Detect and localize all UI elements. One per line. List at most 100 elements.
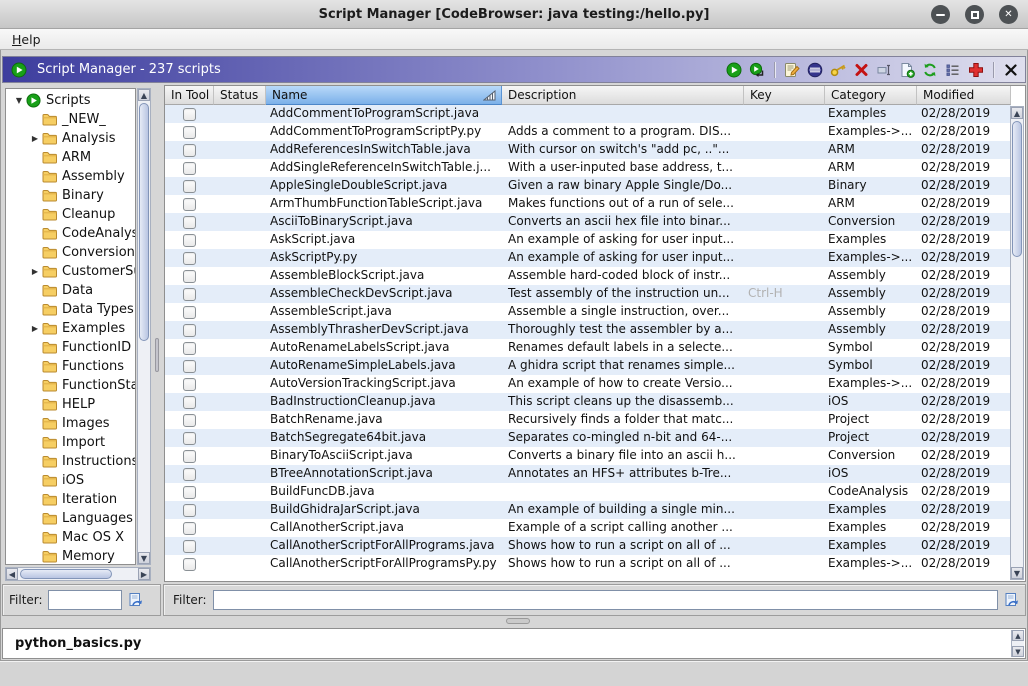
in-tool-checkbox[interactable] xyxy=(183,144,196,157)
scroll-left-icon[interactable]: ◀ xyxy=(6,568,18,580)
table-row[interactable]: CallAnotherScriptForAllPrograms.javaShow… xyxy=(165,537,1011,555)
tree-item-binary[interactable]: Binary xyxy=(6,186,135,205)
tree-item-assembly[interactable]: Assembly xyxy=(6,167,135,186)
tree-item-functionsta[interactable]: FunctionSta xyxy=(6,376,135,395)
table-row[interactable]: BatchRename.javaRecursively finds a fold… xyxy=(165,411,1011,429)
tree-item-mac-os-x[interactable]: Mac OS X xyxy=(6,528,135,547)
tree-item-ios[interactable]: iOS xyxy=(6,471,135,490)
in-tool-checkbox[interactable] xyxy=(183,162,196,175)
table-row[interactable]: BuildGhidraJarScript.javaAn example of b… xyxy=(165,501,1011,519)
tree-item-arm[interactable]: ARM xyxy=(6,148,135,167)
tree-item-data-types[interactable]: Data Types xyxy=(6,300,135,319)
in-tool-checkbox[interactable] xyxy=(183,108,196,121)
tree-item-analysis[interactable]: ▶Analysis xyxy=(6,129,135,148)
menu-help[interactable]: Help xyxy=(12,32,41,47)
in-tool-checkbox[interactable] xyxy=(183,252,196,265)
in-tool-checkbox[interactable] xyxy=(183,324,196,337)
in-tool-checkbox[interactable] xyxy=(183,486,196,499)
in-tool-checkbox[interactable] xyxy=(183,198,196,211)
eclipse-icon[interactable] xyxy=(806,61,824,79)
in-tool-checkbox[interactable] xyxy=(183,396,196,409)
table-row[interactable]: AutoVersionTrackingScript.javaAn example… xyxy=(165,375,1011,393)
table-filter-input[interactable] xyxy=(213,590,998,610)
scroll-up-icon[interactable]: ▲ xyxy=(138,89,150,101)
column-header-in-tool[interactable]: In Tool xyxy=(165,86,214,105)
rename-script-icon[interactable] xyxy=(875,61,893,79)
in-tool-checkbox[interactable] xyxy=(183,414,196,427)
in-tool-checkbox[interactable] xyxy=(183,378,196,391)
run-last-script-icon[interactable] xyxy=(748,61,766,79)
scroll-right-icon[interactable]: ▶ xyxy=(138,568,150,580)
tree-item-import[interactable]: Import xyxy=(6,433,135,452)
expand-icon[interactable]: ▶ xyxy=(28,134,42,143)
tree-horizontal-scrollbar[interactable]: ◀ ▶ xyxy=(5,567,151,581)
table-row[interactable]: AskScript.javaAn example of asking for u… xyxy=(165,231,1011,249)
close-icon[interactable] xyxy=(1002,61,1020,79)
tree-item-data[interactable]: Data xyxy=(6,281,135,300)
scroll-up-icon[interactable]: ▲ xyxy=(1012,630,1024,641)
tree-item-functionid[interactable]: FunctionID xyxy=(6,338,135,357)
in-tool-checkbox[interactable] xyxy=(183,450,196,463)
tree-item-languages[interactable]: Languages xyxy=(6,509,135,528)
collapse-icon[interactable]: ▼ xyxy=(12,96,26,105)
table-row[interactable]: AsciiToBinaryScript.javaConverts an asci… xyxy=(165,213,1011,231)
minimize-icon[interactable] xyxy=(931,5,950,24)
scroll-up-icon[interactable]: ▲ xyxy=(1011,107,1023,119)
tree-item-functions[interactable]: Functions xyxy=(6,357,135,376)
run-script-icon[interactable] xyxy=(725,61,743,79)
table-row[interactable]: CallAnotherScript.javaExample of a scrip… xyxy=(165,519,1011,537)
in-tool-checkbox[interactable] xyxy=(183,360,196,373)
table-row[interactable]: BadInstructionCleanup.javaThis script cl… xyxy=(165,393,1011,411)
scrollbar-thumb[interactable] xyxy=(1012,121,1022,257)
window-close-icon[interactable]: ✕ xyxy=(999,5,1018,24)
in-tool-checkbox[interactable] xyxy=(183,522,196,535)
table-row[interactable]: AskScriptPy.pyAn example of asking for u… xyxy=(165,249,1011,267)
delete-script-icon[interactable] xyxy=(852,61,870,79)
table-row[interactable]: AutoRenameLabelsScript.javaRenames defau… xyxy=(165,339,1011,357)
filter-options-icon[interactable] xyxy=(1003,592,1019,608)
tree-item-instructions[interactable]: Instructions xyxy=(6,452,135,471)
table-vertical-scrollbar[interactable]: ▲ ▼ xyxy=(1010,106,1024,580)
new-script-icon[interactable] xyxy=(898,61,916,79)
maximize-icon[interactable] xyxy=(965,5,984,24)
scrollbar-thumb[interactable] xyxy=(139,103,149,341)
tree-item-images[interactable]: Images xyxy=(6,414,135,433)
in-tool-checkbox[interactable] xyxy=(183,234,196,247)
in-tool-checkbox[interactable] xyxy=(183,342,196,355)
table-row[interactable]: AssembleScript.javaAssemble a single ins… xyxy=(165,303,1011,321)
table-row[interactable]: AssemblyThrasherDevScript.javaThoroughly… xyxy=(165,321,1011,339)
in-tool-checkbox[interactable] xyxy=(183,270,196,283)
table-row[interactable]: AutoRenameSimpleLabels.javaA ghidra scri… xyxy=(165,357,1011,375)
column-header-status[interactable]: Status xyxy=(214,86,266,105)
scroll-down-icon[interactable]: ▼ xyxy=(138,552,150,564)
in-tool-checkbox[interactable] xyxy=(183,540,196,553)
tree-item-memory[interactable]: Memory xyxy=(6,547,135,565)
table-row[interactable]: AddSingleReferenceInSwitchTable.j...With… xyxy=(165,159,1011,177)
table-row[interactable]: AppleSingleDoubleScript.javaGiven a raw … xyxy=(165,177,1011,195)
in-tool-checkbox[interactable] xyxy=(183,504,196,517)
assign-key-binding-icon[interactable] xyxy=(829,61,847,79)
window-titlebar[interactable]: Script Manager [CodeBrowser: java testin… xyxy=(0,0,1028,29)
tree-item-iteration[interactable]: Iteration xyxy=(6,490,135,509)
description-scrollbar[interactable]: ▲ ▼ xyxy=(1011,630,1024,657)
column-header-key[interactable]: Key xyxy=(744,86,825,105)
in-tool-checkbox[interactable] xyxy=(183,216,196,229)
tree-item--new-[interactable]: _NEW_ xyxy=(6,110,135,129)
column-header-category[interactable]: Category xyxy=(825,86,917,105)
filter-options-icon[interactable] xyxy=(127,592,143,608)
column-header-description[interactable]: Description xyxy=(502,86,744,105)
table-row[interactable]: AddCommentToProgramScript.javaExamples02… xyxy=(165,105,1011,123)
table-row[interactable]: BatchSegregate64bit.javaSeparates co-min… xyxy=(165,429,1011,447)
in-tool-checkbox[interactable] xyxy=(183,558,196,571)
tree-item-cleanup[interactable]: Cleanup xyxy=(6,205,135,224)
tree-filter-input[interactable] xyxy=(48,590,122,610)
column-header-name[interactable]: Name xyxy=(266,86,502,105)
edit-script-icon[interactable] xyxy=(783,61,801,79)
expand-icon[interactable]: ▶ xyxy=(28,324,42,333)
expand-icon[interactable]: ▶ xyxy=(28,267,42,276)
tree-item-conversion[interactable]: Conversion xyxy=(6,243,135,262)
script-directories-icon[interactable] xyxy=(944,61,962,79)
in-tool-checkbox[interactable] xyxy=(183,468,196,481)
table-row[interactable]: BTreeAnnotationScript.javaAnnotates an H… xyxy=(165,465,1011,483)
scroll-down-icon[interactable]: ▼ xyxy=(1012,646,1024,657)
